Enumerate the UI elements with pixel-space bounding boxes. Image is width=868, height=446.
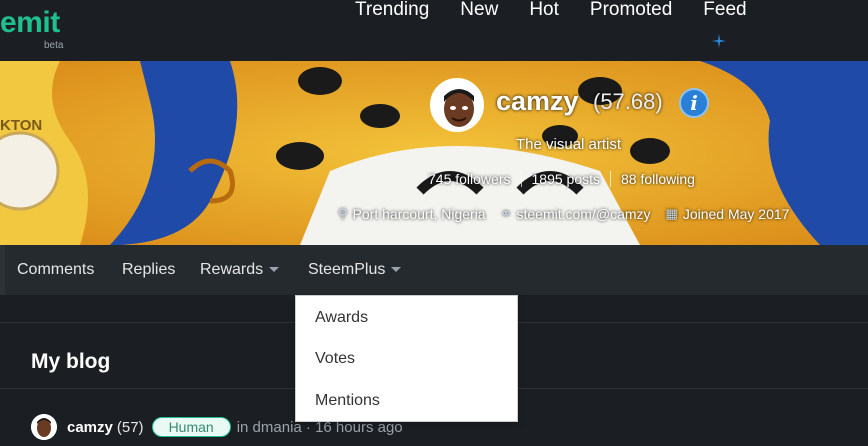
post-avatar[interactable] (31, 414, 57, 440)
nav-trending[interactable]: Trending (355, 0, 429, 20)
human-badge: Human (151, 417, 231, 437)
post-author-rep: (57) (116, 418, 144, 436)
top-bar: emit beta Trending New Hot Promoted Feed (0, 0, 868, 61)
steemplus-dropdown-menu: Awards Votes Mentions (295, 295, 518, 422)
tab-replies[interactable]: Replies (122, 261, 175, 279)
nav-new[interactable]: New (460, 0, 498, 20)
plane-icon[interactable] (712, 34, 726, 48)
tab-steemplus[interactable]: SteemPlus (308, 261, 402, 279)
following-count[interactable]: 88 following (611, 171, 705, 187)
calendar-icon: ▦ (665, 206, 678, 221)
chevron-down-icon (269, 267, 280, 273)
menu-item-mentions[interactable]: Mentions (315, 392, 380, 410)
tab-comments[interactable]: Comments (17, 261, 94, 279)
profile-reputation: (57.68) (593, 89, 663, 114)
info-icon[interactable]: i (679, 88, 709, 118)
beta-label: beta (44, 40, 64, 51)
profile-username: camzy (496, 86, 579, 116)
tab-steemplus-label: SteemPlus (308, 261, 386, 278)
avatar-face-icon (31, 414, 57, 440)
menu-item-votes[interactable]: Votes (315, 350, 355, 368)
location-icon: ⚲ (338, 206, 348, 221)
chevron-down-icon (391, 267, 402, 273)
posts-count: 1895 posts (522, 171, 611, 187)
profile-location: Port harcourt, Nigeria (352, 206, 486, 222)
subnav-selected-marker (0, 245, 5, 295)
nav-feed[interactable]: Feed (703, 0, 746, 20)
link-icon: ⚭ (500, 206, 512, 221)
main-nav: Trending New Hot Promoted Feed (355, 0, 778, 20)
steemit-logo[interactable]: emit (0, 6, 60, 40)
profile-meta: ⚲ Port harcourt, Nigeria ⚭ steemit.com/@ca… (338, 206, 804, 222)
followers-count[interactable]: 745 followers (426, 171, 522, 187)
profile-avatar (430, 78, 484, 132)
tab-rewards[interactable]: Rewards (200, 261, 280, 279)
tab-rewards-label: Rewards (200, 261, 264, 278)
banner-badge-text: KTON (0, 117, 43, 134)
post-author[interactable]: camzy (67, 419, 113, 436)
nav-hot[interactable]: Hot (529, 0, 559, 20)
profile-about: The visual artist (516, 136, 622, 153)
profile-stats: 745 followers 1895 posts 88 following (426, 171, 705, 187)
profile-subnav: Comments Replies Rewards SteemPlus (0, 245, 868, 295)
profile-joined: Joined May 2017 (682, 206, 790, 222)
blog-title: My blog (31, 350, 111, 373)
nav-promoted[interactable]: Promoted (590, 0, 672, 20)
menu-item-awards[interactable]: Awards (315, 309, 368, 327)
profile-website[interactable]: steemit.com/@camzy (517, 206, 651, 222)
